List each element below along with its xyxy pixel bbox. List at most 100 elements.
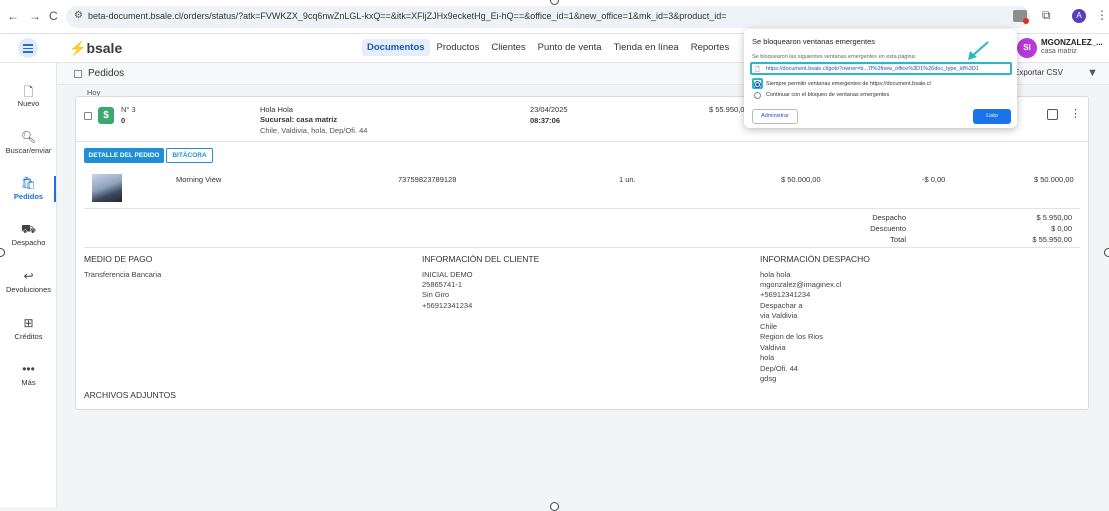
address-bar[interactable]: ⚙ beta-document.bsale.cl/orders/status/?… <box>66 6 1030 28</box>
sidebar-item-devoluciones[interactable]: ↩ Devoluciones <box>0 269 57 294</box>
nav-reportes[interactable]: Reportes <box>686 39 735 56</box>
nav-documentos[interactable]: Documentos <box>362 39 430 56</box>
dollar-document-icon: $ <box>98 107 114 124</box>
client-info-line: 25865741-1 <box>422 280 463 289</box>
user-avatar[interactable]: SI <box>1017 38 1037 58</box>
sidebar-item-label: Despacho <box>11 238 46 247</box>
radio-unchecked-icon[interactable] <box>754 92 761 99</box>
sidebar-item-label: Pedidos <box>13 192 44 201</box>
payment-method: Transferencia Bancaria <box>84 270 162 279</box>
order-doc-count: 0 <box>121 116 126 125</box>
bsale-logo[interactable]: ⚡bsale <box>69 40 122 57</box>
reload-icon[interactable]: C <box>49 9 58 23</box>
nav-productos[interactable]: Productos <box>432 39 485 56</box>
top-navigation: Documentos Productos Clientes Punto de v… <box>362 39 734 56</box>
customer-branch: Sucursal: casa matriz <box>260 115 338 124</box>
shipping-info-line: via Valdivia <box>760 311 798 320</box>
sidebar-active-indicator <box>54 176 56 202</box>
popup-dialog-subtitle: Se bloquearon las siguientes ventanas em… <box>752 54 917 60</box>
radio-allow-label: Siempre permitir ventanas emergentes de … <box>766 81 931 87</box>
sidebar-item-label: Devoluciones <box>5 285 52 294</box>
forward-icon[interactable]: → <box>29 9 41 23</box>
browser-profile-avatar[interactable]: A <box>1072 9 1086 23</box>
order-detail-button[interactable]: DETALLE DEL PEDIDO <box>84 148 164 163</box>
customer-name: Hola Hola <box>260 105 293 114</box>
product-quantity: 1 un. <box>619 175 636 184</box>
done-button[interactable]: Listo <box>973 109 1011 124</box>
sidebar-item-buscar[interactable]: 🔍︎ Buscar/enviar <box>0 130 57 155</box>
summary-label-descuento: Descuento <box>870 224 906 233</box>
sidebar-item-pedidos[interactable]: 🛍︎ Pedidos <box>0 176 57 201</box>
sidebar-item-label: Más <box>21 378 36 387</box>
return-arrow-icon: ↩ <box>23 269 34 283</box>
product-sku: 73759823789128 <box>398 175 457 184</box>
summary-label-total: Total <box>890 235 906 244</box>
summary-value-despacho: $ 5.950,00 <box>1036 213 1072 222</box>
product-discount: -$ 0,00 <box>922 175 946 184</box>
select-all-checkbox[interactable] <box>74 70 82 78</box>
divider <box>84 208 1080 209</box>
filter-icon[interactable]: ▼ <box>1087 67 1098 79</box>
manage-button[interactable]: Administrar <box>752 109 798 124</box>
more-dots-icon: ••• <box>22 362 35 376</box>
shipping-info-line: +56912341234 <box>760 290 811 299</box>
orders-bag-icon: 🛍︎ <box>20 176 37 190</box>
popup-blocked-icon[interactable] <box>1013 10 1029 24</box>
summary-value-total: $ 55.950,00 <box>1032 235 1072 244</box>
kebab-menu-icon[interactable]: ⋮ <box>1070 107 1081 120</box>
sidebar-item-despacho[interactable]: ⛟ Despacho <box>0 222 57 247</box>
shipping-info-line: hola <box>760 353 775 362</box>
user-name[interactable]: MGONZALEZ_... <box>1041 38 1103 47</box>
sidebar-item-mas[interactable]: ••• Más <box>0 362 57 387</box>
client-info-title: INFORMACIÓN DEL CLIENTE <box>422 254 540 264</box>
page-title: Pedidos <box>88 68 125 79</box>
order-time: 08:37:06 <box>530 116 561 125</box>
order-card: $ N° 3 0 Hola Hola Sucursal: casa matriz… <box>75 96 1089 410</box>
back-icon[interactable]: ← <box>7 9 19 23</box>
blocked-popup-link-row[interactable]: 🗋 https://document.bsale.cl/goto?owner=b… <box>750 62 1012 75</box>
truck-icon: ⛟ <box>20 222 37 236</box>
user-branch: casa matriz <box>1041 48 1077 55</box>
sidebar-item-nuevo[interactable]: 🗋 Nuevo <box>0 83 57 108</box>
shipping-info-line: Valdivia <box>760 343 786 352</box>
shipping-info-line: gdsg <box>760 374 777 383</box>
order-date: 23/04/2025 <box>530 105 568 114</box>
summary-value-descuento: $ 0,00 <box>1051 224 1072 233</box>
shipping-info-line: Despachar a <box>760 301 803 310</box>
client-info-line: Sin Giro <box>422 290 450 299</box>
sidebar-item-label: Créditos <box>14 332 43 341</box>
link-page-icon: 🗋 <box>755 67 760 73</box>
client-info-line: INICIAL DEMO <box>422 270 473 279</box>
nav-tienda-en-linea[interactable]: Tienda en línea <box>609 39 684 56</box>
nav-clientes[interactable]: Clientes <box>486 39 530 56</box>
credit-icon: ⊞ <box>23 316 34 330</box>
product-price: $ 50.000,00 <box>781 175 821 184</box>
order-number: N° 3 <box>121 105 136 114</box>
shipping-info-line: Region de los Rios <box>760 332 823 341</box>
shipping-info-line: hola hola <box>760 270 791 279</box>
shipping-info-line: Dep/Ofi. 44 <box>760 364 798 373</box>
archive-icon[interactable] <box>1047 109 1058 120</box>
sidebar-item-creditos[interactable]: ⊞ Créditos <box>0 316 57 341</box>
hamburger-menu-icon[interactable] <box>18 38 38 58</box>
sidebar: 🗋 Nuevo 🔍︎ Buscar/enviar 🛍︎ Pedidos ⛟ De… <box>0 63 57 507</box>
popup-dialog-title: Se bloquearon ventanas emergentes <box>752 37 876 46</box>
payment-title: MEDIO DE PAGO <box>84 254 153 264</box>
order-checkbox[interactable] <box>84 112 92 120</box>
export-csv-button[interactable]: Exportar CSV <box>1014 68 1063 77</box>
blocked-popup-link[interactable]: https://document.bsale.cl/goto?owner=b..… <box>766 66 979 72</box>
browser-menu-icon[interactable]: ⋮ <box>1096 8 1108 22</box>
nav-punto-de-venta[interactable]: Punto de venta <box>533 39 607 56</box>
attachments-title: ARCHIVOS ADJUNTOS <box>84 390 176 400</box>
new-document-icon: 🗋 <box>23 85 34 99</box>
radio-checked-icon[interactable] <box>754 81 761 88</box>
resize-handle-right[interactable] <box>1104 248 1109 257</box>
search-document-icon: 🔍︎ <box>20 130 37 144</box>
customer-address: Chile, Valdivia, hola, Dep/Ofi. 44 <box>260 126 368 135</box>
site-settings-icon[interactable]: ⚙ <box>74 10 83 21</box>
order-log-button[interactable]: BITÁCORA <box>166 148 213 163</box>
product-thumbnail <box>92 174 122 202</box>
shipping-info-line: Chile <box>760 322 778 331</box>
extensions-icon[interactable]: ⧉ <box>1042 8 1051 23</box>
divider <box>76 141 1088 142</box>
